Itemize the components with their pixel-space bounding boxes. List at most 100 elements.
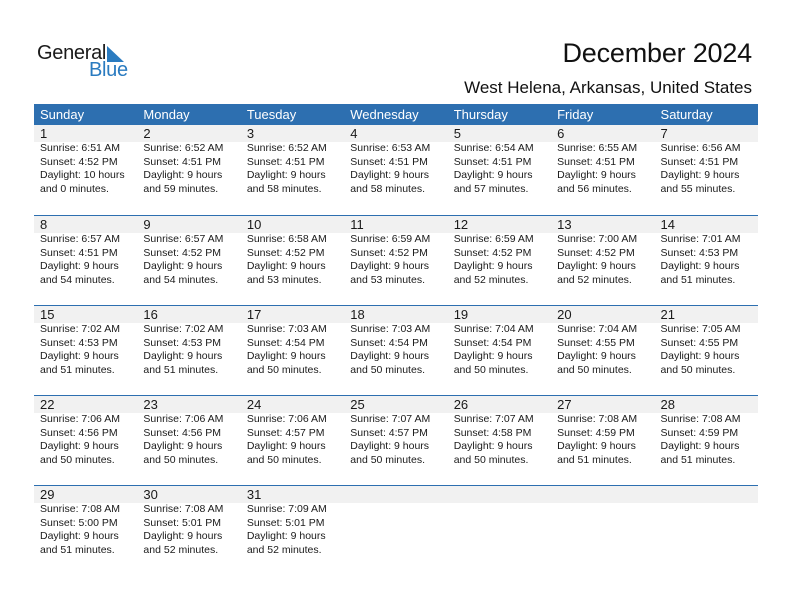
day-number: 10: [246, 217, 262, 232]
sunset-time: Sunset: 4:52 PM: [350, 246, 428, 259]
week-row: 29 Sunrise: 7:08 AM Sunset: 5:00 PM Dayligh…: [34, 485, 758, 575]
day-number: [454, 486, 551, 503]
day-cell: 2 Sunrise: 6:52 AM Sunset: 4:51 PM Daylight…: [137, 125, 240, 196]
sunrise-time: Sunrise: 6:52 AM: [143, 142, 224, 154]
weekday-thursday: Thursday: [453, 107, 508, 122]
daylight-minutes: and 50 minutes.: [660, 363, 736, 376]
daylight-minutes: and 51 minutes.: [40, 363, 115, 376]
week-row: 8 Sunrise: 6:57 AM Sunset: 4:51 PM Daylight…: [34, 215, 758, 305]
day-cell: 21 Sunrise: 7:05 AM Sunset: 4:55 PM Dayligh…: [655, 306, 758, 377]
day-number: 15: [40, 307, 55, 322]
sunset-time: Sunset: 4:52 PM: [246, 246, 325, 259]
daylight-minutes: and 50 minutes.: [246, 363, 322, 376]
day-info: Sunrise: 7:08 AM Sunset: 5:00 PM Daylight:…: [40, 503, 137, 557]
day-number: 17: [246, 307, 262, 322]
day-number: [350, 486, 447, 503]
sunrise-time: Sunrise: 6:59 AM: [453, 233, 534, 245]
sunset-time: Sunset: 4:51 PM: [557, 155, 635, 168]
day-cell: 17 Sunrise: 7:03 AM Sunset: 4:54 PM Dayligh…: [241, 306, 344, 377]
sunset-time: Sunset: 4:53 PM: [143, 336, 222, 349]
day-info: Sunrise: 6:58 AM Sunset: 4:52 PM Daylight:…: [247, 233, 344, 287]
sunrise-time: Sunrise: 7:06 AM: [143, 413, 224, 425]
day-number: 11: [350, 217, 364, 232]
week-days: 29 Sunrise: 7:08 AM Sunset: 5:00 PM Dayligh…: [34, 486, 758, 557]
day-cell: 4 Sunrise: 6:53 AM Sunset: 4:51 PM Daylight…: [344, 125, 447, 196]
day-info: Sunrise: 7:06 AM Sunset: 4:57 PM Daylight:…: [247, 413, 344, 467]
sunset-time: Sunset: 4:53 PM: [660, 246, 739, 259]
day-cell: [448, 486, 551, 557]
daylight-minutes: and 50 minutes.: [557, 363, 632, 376]
day-info: Sunrise: 7:03 AM Sunset: 4:54 PM Daylight:…: [350, 323, 447, 377]
daylight-minutes: and 56 minutes.: [557, 182, 632, 195]
daylight-hours: Daylight: 9 hours: [350, 169, 430, 181]
day-info: Sunrise: 6:54 AM Sunset: 4:51 PM Daylight:…: [454, 142, 551, 196]
day-cell: 27 Sunrise: 7:08 AM Sunset: 4:59 PM Dayligh…: [551, 396, 654, 467]
day-info: Sunrise: 7:08 AM Sunset: 4:59 PM Daylight:…: [661, 413, 758, 467]
daylight-hours: Daylight: 9 hours: [350, 350, 430, 362]
sunrise-time: Sunrise: 6:57 AM: [143, 233, 224, 245]
day-cell: 22 Sunrise: 7:06 AM Sunset: 4:56 PM Dayligh…: [34, 396, 137, 467]
sunrise-time: Sunrise: 7:01 AM: [660, 233, 741, 245]
day-info: Sunrise: 7:07 AM Sunset: 4:58 PM Daylight:…: [454, 413, 551, 467]
day-info: Sunrise: 7:08 AM Sunset: 5:01 PM Daylight:…: [143, 503, 240, 557]
sunset-time: Sunset: 4:51 PM: [350, 155, 428, 168]
sunset-time: Sunset: 4:51 PM: [143, 155, 222, 168]
sunrise-time: Sunrise: 6:56 AM: [660, 142, 741, 154]
daylight-hours: Daylight: 9 hours: [660, 440, 740, 452]
sunset-time: Sunset: 4:52 PM: [557, 246, 635, 259]
day-cell: 3 Sunrise: 6:52 AM Sunset: 4:51 PM Daylight…: [241, 125, 344, 196]
day-info: Sunrise: 6:57 AM Sunset: 4:51 PM Daylight:…: [40, 233, 137, 287]
day-cell: 16 Sunrise: 7:02 AM Sunset: 4:53 PM Dayligh…: [137, 306, 240, 377]
daylight-hours: Daylight: 9 hours: [246, 350, 326, 362]
daylight-minutes: and 52 minutes.: [453, 273, 529, 286]
sunset-time: Sunset: 4:52 PM: [143, 246, 222, 259]
daylight-hours: Daylight: 9 hours: [453, 169, 533, 181]
daylight-minutes: and 51 minutes.: [40, 543, 115, 556]
daylight-hours: Daylight: 9 hours: [453, 260, 533, 272]
sunrise-time: Sunrise: 7:00 AM: [557, 233, 638, 245]
day-cell: 11 Sunrise: 6:59 AM Sunset: 4:52 PM Dayligh…: [344, 216, 447, 287]
sunrise-time: Sunrise: 7:02 AM: [143, 323, 224, 335]
sunrise-time: Sunrise: 6:57 AM: [40, 233, 120, 245]
sunrise-time: Sunrise: 7:07 AM: [453, 413, 534, 425]
day-info: Sunrise: 7:05 AM Sunset: 4:55 PM Daylight:…: [661, 323, 758, 377]
daylight-hours: Daylight: 9 hours: [143, 530, 223, 542]
daylight-minutes: and 52 minutes.: [143, 543, 219, 556]
daylight-minutes: and 51 minutes.: [660, 273, 736, 286]
logo-word-blue: Blue: [89, 59, 128, 81]
day-info: Sunrise: 6:51 AM Sunset: 4:52 PM Daylight:…: [40, 142, 137, 196]
day-number: 3: [246, 126, 255, 141]
sunrise-time: Sunrise: 7:09 AM: [246, 503, 327, 515]
sunset-time: Sunset: 4:58 PM: [453, 426, 532, 439]
day-number: 31: [246, 487, 262, 502]
day-number: 5: [453, 126, 461, 141]
day-number: 13: [557, 217, 572, 232]
sunset-time: Sunset: 4:53 PM: [40, 336, 118, 349]
day-info: Sunrise: 7:09 AM Sunset: 5:01 PM Daylight:…: [247, 503, 344, 557]
week-row: 15 Sunrise: 7:02 AM Sunset: 4:53 PM Dayligh…: [34, 305, 758, 395]
daylight-minutes: and 53 minutes.: [350, 273, 425, 286]
day-cell: 20 Sunrise: 7:04 AM Sunset: 4:55 PM Dayligh…: [551, 306, 654, 377]
daylight-hours: Daylight: 9 hours: [660, 260, 740, 272]
sunrise-time: Sunrise: 6:58 AM: [246, 233, 327, 245]
page-title: December 2024: [562, 38, 752, 68]
week-days: 22 Sunrise: 7:06 AM Sunset: 4:56 PM Dayligh…: [34, 396, 758, 467]
day-number: 20: [557, 307, 572, 322]
sunrise-time: Sunrise: 7:08 AM: [557, 413, 638, 425]
sunset-time: Sunset: 4:51 PM: [453, 155, 532, 168]
sunrise-time: Sunrise: 7:04 AM: [453, 323, 534, 335]
location-subtitle: West Helena, Arkansas, United States: [464, 78, 752, 97]
sunset-time: Sunset: 4:55 PM: [557, 336, 635, 349]
day-cell: 12 Sunrise: 6:59 AM Sunset: 4:52 PM Dayligh…: [448, 216, 551, 287]
sunrise-time: Sunrise: 7:08 AM: [143, 503, 224, 515]
day-info: Sunrise: 6:55 AM Sunset: 4:51 PM Daylight:…: [557, 142, 654, 196]
day-info: Sunrise: 7:04 AM Sunset: 4:55 PM Daylight:…: [557, 323, 654, 377]
sunrise-time: Sunrise: 7:07 AM: [350, 413, 431, 425]
daylight-hours: Daylight: 9 hours: [143, 260, 223, 272]
sunrise-time: Sunrise: 7:02 AM: [40, 323, 120, 335]
daylight-hours: Daylight: 9 hours: [246, 440, 326, 452]
day-cell: 10 Sunrise: 6:58 AM Sunset: 4:52 PM Dayligh…: [241, 216, 344, 287]
sunset-time: Sunset: 4:57 PM: [350, 426, 428, 439]
daylight-minutes: and 51 minutes.: [557, 453, 632, 466]
daylight-minutes: and 54 minutes.: [143, 273, 219, 286]
